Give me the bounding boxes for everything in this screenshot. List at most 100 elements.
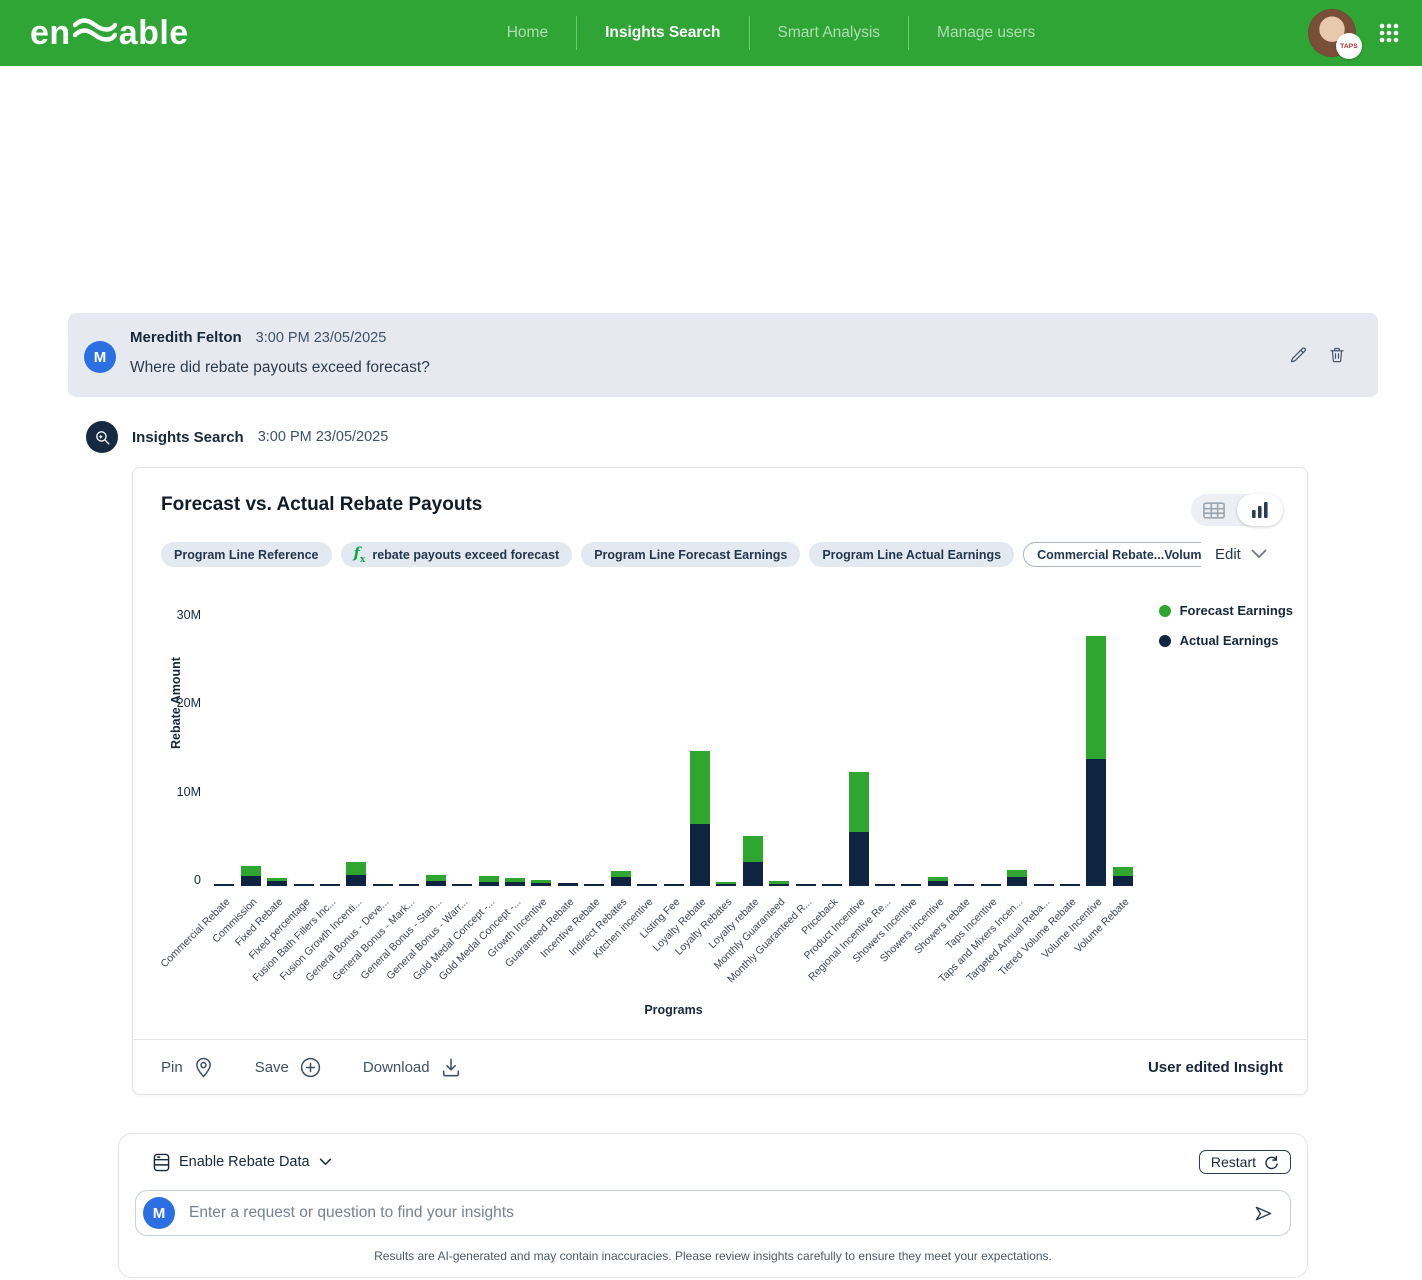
- bar-general-bonus-warr[interactable]: [452, 884, 472, 886]
- bar-commission[interactable]: [241, 866, 261, 886]
- pill-label: Program Line Forecast Earnings: [594, 548, 787, 562]
- plus-circle-icon: [300, 1057, 321, 1078]
- actual-earnings-segment: [267, 881, 287, 886]
- bar-guaranteed-rebate[interactable]: [558, 883, 578, 886]
- bar-fixed-percentage[interactable]: [294, 884, 314, 886]
- bar-incentive-rebate[interactable]: [584, 884, 604, 886]
- send-button[interactable]: [1253, 1203, 1274, 1224]
- actual-earnings-segment: [373, 884, 393, 886]
- composer-input-row: M: [135, 1190, 1291, 1236]
- actual-earnings-segment: [611, 877, 631, 886]
- actual-earnings-segment: [426, 881, 446, 886]
- bar-loyalty-rebate[interactable]: [743, 836, 763, 886]
- bar-monthly-guaranteed-r[interactable]: [796, 884, 816, 886]
- legend-label: Forecast Earnings: [1180, 603, 1293, 618]
- bar-gold-medal-concept[interactable]: [479, 876, 499, 886]
- query-pill[interactable]: fxrebate payouts exceed forecast: [341, 542, 573, 567]
- actual-earnings-segment: [690, 824, 710, 886]
- actual-earnings-segment: [1007, 877, 1027, 886]
- actual-earnings-segment: [346, 875, 366, 887]
- bar-tiered-volume-rebate[interactable]: [1060, 884, 1080, 886]
- bar-product-incentive[interactable]: [849, 772, 869, 886]
- actual-earnings-segment: [320, 884, 340, 886]
- forecast-earnings-segment: [743, 836, 763, 863]
- message-timestamp: 3:00 PM 23/05/2025: [256, 330, 387, 346]
- datasource-label: Enable Rebate Data: [179, 1154, 310, 1170]
- formula-fx-icon: fx: [354, 544, 366, 565]
- bar-showers-incentive[interactable]: [928, 877, 948, 886]
- table-view-button[interactable]: [1191, 494, 1237, 526]
- actual-earnings-segment: [479, 882, 499, 886]
- actual-earnings-segment: [769, 884, 789, 886]
- query-pill[interactable]: Program Line Actual Earnings: [809, 542, 1014, 567]
- bar-taps-and-mixers-incen[interactable]: [1007, 870, 1027, 886]
- bar-showers-incentive[interactable]: [901, 884, 921, 886]
- pin-button[interactable]: Pin: [161, 1057, 213, 1078]
- restart-button[interactable]: Restart: [1199, 1150, 1291, 1174]
- edit-pills-button[interactable]: Edit: [1215, 546, 1241, 563]
- bar-growth-incentive[interactable]: [531, 880, 551, 886]
- pill-label: Program Line Reference: [174, 548, 319, 562]
- bar-loyalty-rebate[interactable]: [690, 751, 710, 886]
- view-toggle[interactable]: [1191, 494, 1283, 526]
- enable-logo[interactable]: en able: [30, 15, 189, 51]
- actual-earnings-segment: [399, 884, 419, 886]
- send-icon: [1253, 1203, 1274, 1224]
- datasource-selector[interactable]: Enable Rebate Data: [153, 1153, 332, 1172]
- user-message-bubble: M Meredith Felton 3:00 PM 23/05/2025 Whe…: [68, 313, 1378, 397]
- download-button[interactable]: Download: [363, 1057, 461, 1078]
- actual-earnings-segment: [716, 884, 736, 886]
- actual-earnings-segment: [1060, 884, 1080, 886]
- logo-text-right: able: [119, 16, 189, 50]
- bar-volume-incentive[interactable]: [1086, 636, 1106, 886]
- question-input[interactable]: [189, 1204, 1253, 1222]
- bar-fixed-rebate[interactable]: [267, 878, 287, 886]
- actual-earnings-segment: [505, 882, 525, 886]
- nav-item-insights-search[interactable]: Insights Search: [577, 18, 748, 48]
- nav-item-manage-users[interactable]: Manage users: [909, 18, 1063, 48]
- bar-priceback[interactable]: [822, 884, 842, 886]
- bar-general-bonus-deve[interactable]: [373, 884, 393, 886]
- bar-taps-incentive[interactable]: [981, 884, 1001, 886]
- query-pill[interactable]: Program Line Forecast Earnings: [581, 542, 800, 567]
- query-pill[interactable]: Program Line Reference: [161, 542, 332, 567]
- bar-kitchen-incentive[interactable]: [637, 884, 657, 886]
- user-avatar[interactable]: TAPS: [1308, 9, 1356, 57]
- insight-card: Forecast vs. Actual Rebate Payouts: [132, 467, 1308, 1095]
- insights-search-icon: [86, 421, 118, 453]
- bar-loyalty-rebates[interactable]: [716, 882, 736, 886]
- bar-general-bonus-stan[interactable]: [426, 875, 446, 886]
- edit-message-button[interactable]: [1289, 345, 1308, 364]
- apps-grid-icon[interactable]: [1378, 22, 1400, 44]
- bar-indirect-rebates[interactable]: [611, 871, 631, 886]
- actual-earnings-segment: [928, 881, 948, 886]
- bar-listing-fee[interactable]: [664, 884, 684, 886]
- bar-volume-rebate[interactable]: [1113, 867, 1133, 886]
- nav-item-smart-analysis[interactable]: Smart Analysis: [750, 18, 909, 48]
- bar-monthly-guaranteed[interactable]: [769, 881, 789, 886]
- query-pill[interactable]: Commercial Rebate...Volume Rebate: [1023, 542, 1201, 567]
- logo-wave-icon: [71, 15, 119, 51]
- chevron-down-icon: [319, 1158, 332, 1166]
- message-author: Meredith Felton: [130, 329, 242, 346]
- bar-targeted-annual-reba[interactable]: [1034, 884, 1054, 886]
- actual-earnings-segment: [241, 876, 261, 886]
- actual-earnings-segment: [294, 884, 314, 886]
- nav-item-home[interactable]: Home: [479, 18, 576, 48]
- bar-showers-rebate[interactable]: [954, 884, 974, 886]
- y-axis-tick: 10M: [177, 785, 201, 799]
- y-axis-tick: 20M: [177, 696, 201, 710]
- bar-fusion-bath-fillers-inc[interactable]: [320, 884, 340, 886]
- chart-view-button[interactable]: [1237, 494, 1283, 526]
- message-text: Where did rebate payouts exceed forecast…: [130, 359, 430, 377]
- bar-regional-incentive-re[interactable]: [875, 884, 895, 886]
- bar-gold-medal-concept[interactable]: [505, 878, 525, 886]
- bar-fusion-growth-incenti[interactable]: [346, 862, 366, 886]
- insight-card-footer: Pin Save Download User edited Insight: [133, 1039, 1307, 1094]
- bar-general-bonus-mark[interactable]: [399, 884, 419, 886]
- bar-commercial-rebate[interactable]: [214, 884, 234, 886]
- chevron-down-icon[interactable]: [1251, 546, 1267, 564]
- actual-earnings-segment: [743, 862, 763, 886]
- delete-message-button[interactable]: [1328, 345, 1346, 364]
- save-button[interactable]: Save: [255, 1057, 321, 1078]
